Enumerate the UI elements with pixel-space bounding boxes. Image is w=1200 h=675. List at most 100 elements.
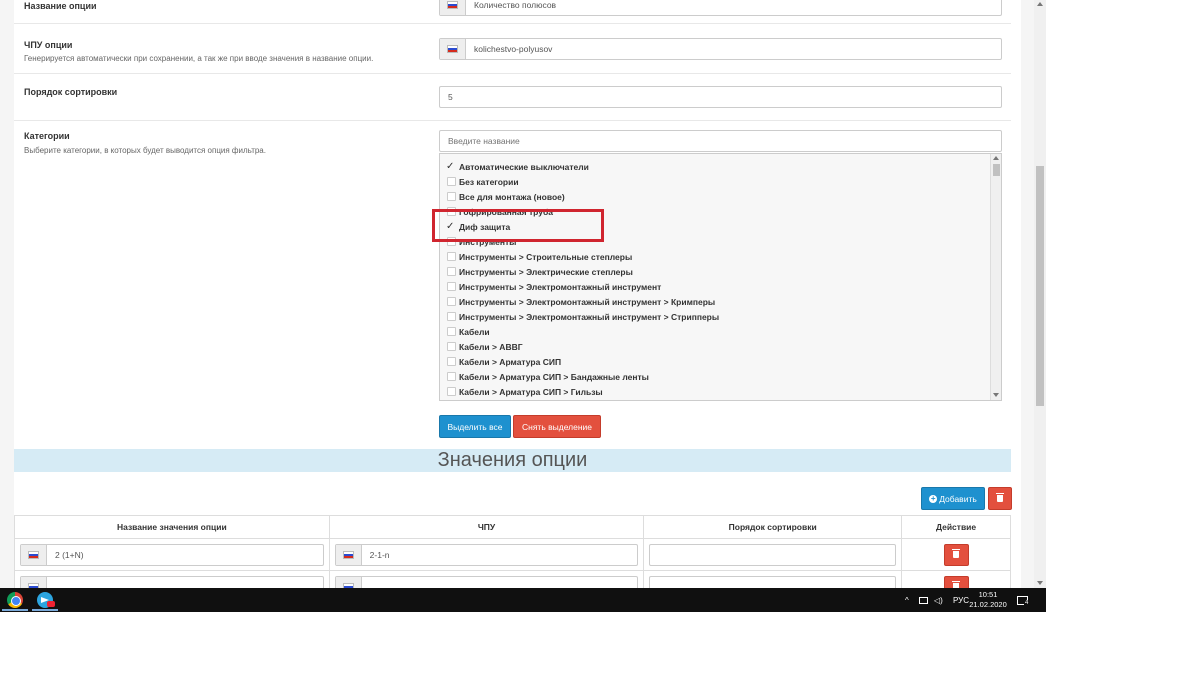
- value-sort-cell: [643, 538, 903, 571]
- option-seo-row: ЧПУ опции Генерируется автоматически при…: [14, 24, 1011, 74]
- scroll-up-icon[interactable]: [1037, 2, 1043, 6]
- volume-icon[interactable]: ◁): [934, 588, 943, 612]
- highlight-annotation: [432, 209, 604, 242]
- checkbox[interactable]: [447, 267, 456, 276]
- select-all-button[interactable]: Выделить все: [439, 415, 511, 438]
- page-background: Название опции Количество полюсов ЧПУ оп…: [0, 0, 1034, 588]
- category-scroll-thumb[interactable]: [993, 164, 1000, 176]
- category-search-input[interactable]: [439, 130, 1002, 152]
- telegram-unread-badge: [47, 601, 55, 607]
- option-seo-help: Генерируется автоматически при сохранени…: [24, 54, 374, 63]
- category-item[interactable]: Кабели > Арматура СИП > Бандажные ленты: [446, 369, 1001, 384]
- value-seo-input[interactable]: [334, 575, 639, 588]
- page-scroll-thumb[interactable]: [1036, 166, 1044, 406]
- category-item[interactable]: Инструменты > Электрические степлеры: [446, 264, 1001, 279]
- checkbox[interactable]: [447, 357, 456, 366]
- category-item[interactable]: Кабели > АВВГ: [446, 339, 1001, 354]
- column-header-action: Действие: [901, 515, 1011, 539]
- trash-icon: [996, 493, 1004, 502]
- checkmark-icon[interactable]: ✓: [446, 161, 456, 172]
- option-seo-input[interactable]: kolichestvo-polyusov: [439, 38, 1002, 60]
- value-sort-cell: [643, 570, 903, 588]
- sort-order-value: 5: [448, 92, 453, 102]
- category-item-label: Кабели: [459, 326, 490, 337]
- category-item[interactable]: Кабели > Арматура СИП: [446, 354, 1001, 369]
- russian-flag-icon: [21, 576, 47, 588]
- option-name-label: Название опции: [24, 1, 97, 11]
- table-row: [14, 570, 1011, 588]
- value-name-cell: 2 (1+N): [14, 538, 330, 571]
- value-seo-input[interactable]: 2-1-n: [334, 543, 639, 566]
- checkbox[interactable]: [447, 372, 456, 381]
- delete-value-button[interactable]: [943, 543, 969, 566]
- chrome-icon[interactable]: [7, 592, 23, 608]
- checkbox[interactable]: [447, 342, 456, 351]
- checkbox[interactable]: [447, 297, 456, 306]
- russian-flag-icon: [440, 39, 466, 59]
- option-values-table: Название значения опции ЧПУ Порядок сорт…: [14, 515, 1011, 588]
- value-sort-input[interactable]: [649, 543, 897, 566]
- checkbox[interactable]: [447, 192, 456, 201]
- clock-time: 10:51: [978, 590, 998, 599]
- option-name-input[interactable]: Количество полюсов: [439, 0, 1002, 16]
- category-item-label: Кабели > Арматура СИП > Бандажные ленты: [459, 371, 649, 382]
- category-item-label: Кабели > АВВГ: [459, 341, 523, 352]
- checkbox[interactable]: [447, 282, 456, 291]
- category-item[interactable]: Инструменты > Электромонтажный инструмен…: [446, 279, 1001, 294]
- tray-chevron-icon[interactable]: ^: [905, 588, 909, 612]
- option-seo-value: kolichestvo-polyusov: [474, 44, 553, 54]
- category-item-label: Без категории: [459, 176, 519, 187]
- notification-center-icon[interactable]: 4: [1017, 588, 1030, 612]
- category-search-text[interactable]: [440, 131, 1001, 151]
- trash-icon: [952, 549, 961, 558]
- category-item[interactable]: Инструменты > Электромонтажный инструмен…: [446, 309, 1001, 324]
- value-sort-input[interactable]: [649, 575, 897, 588]
- category-list-scrollbar[interactable]: [990, 154, 1001, 400]
- categories-help: Выберите категории, в которых будет выво…: [24, 146, 266, 155]
- checkbox[interactable]: [447, 177, 456, 186]
- category-item[interactable]: Кабели > Арматура СИП > Гильзы: [446, 384, 1001, 399]
- category-item[interactable]: Инструменты > Электромонтажный инструмен…: [446, 294, 1001, 309]
- checkbox[interactable]: [447, 312, 456, 321]
- network-icon[interactable]: [919, 588, 928, 612]
- add-value-button[interactable]: + Добавить: [921, 487, 985, 510]
- delete-value-button[interactable]: [943, 575, 969, 588]
- category-item-label: Инструменты > Электромонтажный инструмен…: [459, 296, 716, 307]
- category-item-label: Инструменты > Электромонтажный инструмен…: [459, 281, 662, 292]
- system-clock[interactable]: 10:51 21.02.2020: [969, 590, 1007, 610]
- language-indicator[interactable]: РУС: [953, 588, 969, 612]
- category-list[interactable]: ✓ Автоматические выключатели Без категории…: [439, 153, 1002, 401]
- sort-order-input[interactable]: 5: [439, 86, 1002, 108]
- category-item[interactable]: Все для монтажа (новое): [446, 189, 1001, 204]
- active-app-indicator: [2, 609, 28, 611]
- page-scrollbar[interactable]: [1034, 0, 1046, 588]
- category-item-label: Кабели > Арматура СИП: [459, 356, 562, 367]
- plus-circle-icon: +: [929, 493, 938, 503]
- value-name-input[interactable]: [20, 575, 324, 588]
- value-name-text: 2 (1+N): [55, 549, 84, 560]
- windows-taskbar: ^ ◁) РУС 10:51 21.02.2020 4: [0, 588, 1046, 612]
- russian-flag-icon: [335, 576, 362, 588]
- russian-flag-icon: [440, 0, 466, 15]
- category-item[interactable]: ✓ Автоматические выключатели: [446, 159, 1001, 174]
- option-values-title: Значения опции: [14, 449, 1011, 472]
- notification-count: 4: [1024, 600, 1030, 606]
- deselect-all-button[interactable]: Снять выделение: [513, 415, 601, 438]
- checkbox[interactable]: [447, 252, 456, 261]
- browser-viewport: Название опции Количество полюсов ЧПУ оп…: [0, 0, 1046, 588]
- category-item[interactable]: Инструменты > Строительные степлеры: [446, 249, 1001, 264]
- checkbox[interactable]: [447, 387, 456, 396]
- delete-all-button[interactable]: [988, 487, 1012, 510]
- value-name-input[interactable]: 2 (1+N): [20, 543, 324, 566]
- category-item[interactable]: Кабели: [446, 324, 1001, 339]
- option-name-value: Количество полюсов: [474, 0, 557, 10]
- checkbox[interactable]: [447, 327, 456, 336]
- category-items: ✓ Автоматические выключатели Без категории…: [440, 154, 1001, 399]
- scroll-down-icon[interactable]: [993, 393, 999, 397]
- category-item[interactable]: Без категории: [446, 174, 1001, 189]
- scroll-up-icon[interactable]: [993, 156, 999, 160]
- category-item-label: Автоматические выключатели: [459, 161, 589, 172]
- scroll-down-icon[interactable]: [1037, 581, 1043, 585]
- active-app-indicator: [32, 609, 58, 611]
- option-form-panel: Название опции Количество полюсов ЧПУ оп…: [14, 0, 1021, 588]
